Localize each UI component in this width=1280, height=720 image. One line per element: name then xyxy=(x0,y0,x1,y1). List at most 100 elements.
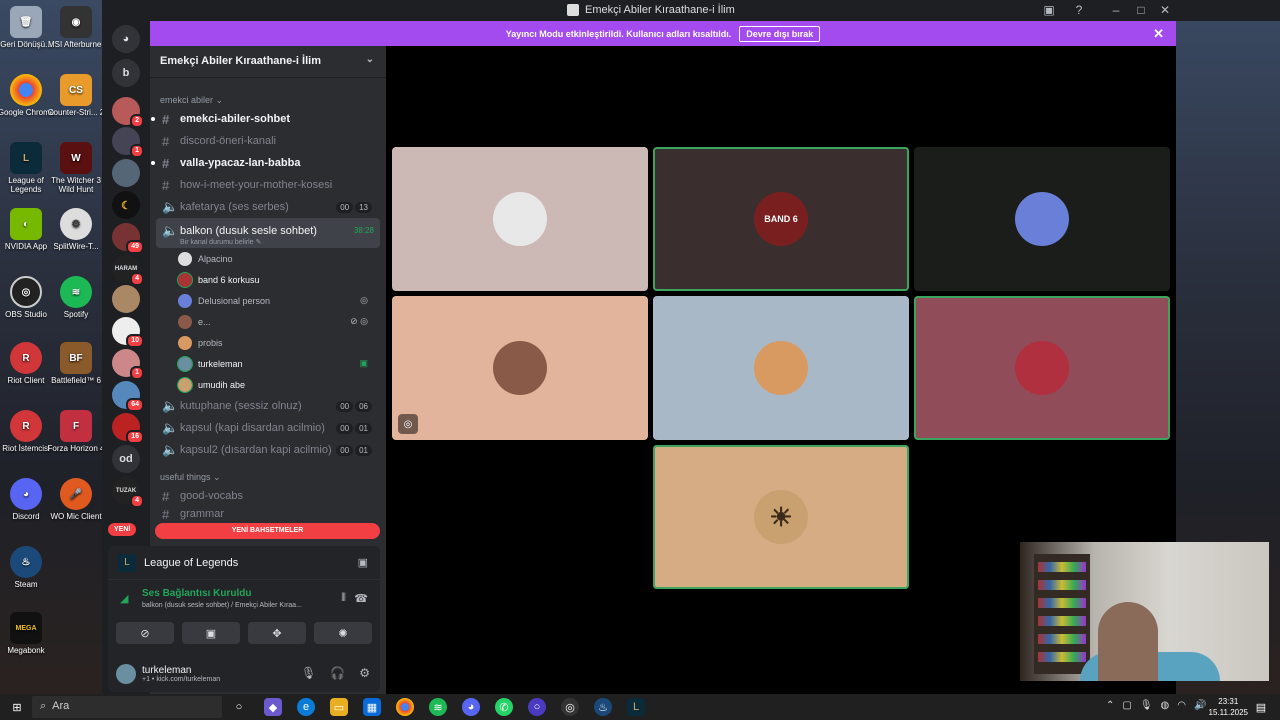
maximize-button[interactable]: □ xyxy=(1131,3,1151,17)
windows-start-icon[interactable]: ⊞ xyxy=(8,698,26,716)
voice-tile[interactable] xyxy=(914,296,1170,440)
desktop-icon-spotify[interactable]: ≋ Spotify xyxy=(44,276,108,319)
voice-user[interactable]: turkeleman ▣ xyxy=(177,353,374,374)
desktop-icon-witcher[interactable]: W The Witcher 3 Wild Hunt xyxy=(44,142,108,194)
voice-tile[interactable] xyxy=(653,296,909,440)
channel-item[interactable]: # valla-ypacaz-lan-babba xyxy=(151,152,380,174)
voice-tile[interactable]: ◎ xyxy=(392,296,648,440)
headphones-icon[interactable]: 🎧 xyxy=(330,666,345,680)
clock-time: 23:31 xyxy=(1218,697,1239,706)
stream-game-icon[interactable]: ▣ xyxy=(358,556,368,569)
desktop-icon-splitwire[interactable]: ⚙ SplitWire-T... xyxy=(44,208,108,251)
obs-icon[interactable]: ◎ xyxy=(561,698,579,716)
channel-item[interactable]: # discord-öneri-kanali xyxy=(156,130,380,152)
wifi-icon[interactable]: ◠ xyxy=(1177,700,1186,711)
clock[interactable]: 23:31 15.11.2025 xyxy=(1209,696,1248,718)
gear-icon[interactable]: ⚙ xyxy=(359,666,370,680)
voice-user[interactable]: probis xyxy=(178,332,374,353)
whatsapp-icon[interactable]: ✆ xyxy=(495,698,513,716)
disable-streamer-mode-button[interactable]: Devre dışı bırak xyxy=(739,25,821,42)
chrome-icon[interactable] xyxy=(396,698,414,716)
microphone-icon[interactable]: 🎙 xyxy=(301,666,316,680)
activities-button[interactable]: ✥ xyxy=(248,622,306,644)
voice-user[interactable]: umudih abe xyxy=(177,374,374,395)
voice-user[interactable]: band 6 korkusu xyxy=(177,269,374,290)
server-haram[interactable]: HARAM 4 xyxy=(112,255,144,286)
task-view-icon[interactable]: ○ xyxy=(230,698,248,716)
guild-header[interactable]: Emekçi Abiler Kıraathane-i İlim ⌄ xyxy=(150,46,386,78)
noise-suppression-icon[interactable]: ⦀ xyxy=(341,592,346,605)
voice-channel-item-active[interactable]: 🔈 balkon (dusuk sesle sohbet) 38:28 Bir ka… xyxy=(156,218,380,248)
voice-status-title[interactable]: Ses Bağlantısı Kuruldu xyxy=(142,588,370,599)
voice-user[interactable]: Alpacino xyxy=(178,248,374,269)
chevron-up-icon[interactable]: ⌃ xyxy=(1106,700,1114,711)
voice-channel-item[interactable]: 🔈 kapsul (kapi disardan acilmio) 00 01 xyxy=(156,417,380,439)
steam-icon[interactable]: ♨ xyxy=(594,698,612,716)
volume-icon[interactable]: 🔊 xyxy=(1194,700,1206,711)
discord-icon[interactable]: ◕ xyxy=(462,698,480,716)
voice-status-sub[interactable]: balkon (dusuk sesle sohbet) / Emekçi Abi… xyxy=(142,602,370,609)
copilot-icon[interactable]: ◆ xyxy=(264,698,282,716)
desktop-icon-battlefield[interactable]: BF Battlefield™ 6 xyxy=(44,342,108,385)
notification-icon[interactable]: ▤ xyxy=(1252,698,1270,716)
server-icon[interactable]: 1 xyxy=(112,349,144,380)
app-icon[interactable]: ○ xyxy=(528,698,546,716)
server-od[interactable]: od xyxy=(112,445,140,473)
voice-channel-item[interactable]: 🔈 kafetarya (ses serbes) 00 13 xyxy=(156,196,380,218)
server-icon[interactable]: 2 xyxy=(112,97,144,128)
category-header[interactable]: emekci abiler ⌄ xyxy=(150,92,386,108)
channel-item[interactable]: # good-vocabs xyxy=(156,485,380,507)
help-icon[interactable]: ? xyxy=(1069,3,1089,17)
voice-channel-item[interactable]: 🔈 kapsul2 (dısardan kapi acilmio) 00 01 xyxy=(156,439,380,461)
search-box[interactable]: ⌕ Ara xyxy=(32,696,222,718)
file-explorer-icon[interactable]: ▭ xyxy=(330,698,348,716)
close-button[interactable]: ✕ xyxy=(1155,3,1175,17)
soundboard-button[interactable]: ✺ xyxy=(314,622,372,644)
signal-icon[interactable]: ◢ xyxy=(120,592,128,605)
minimize-button[interactable]: – xyxy=(1106,3,1126,17)
server-b[interactable]: b xyxy=(112,59,140,87)
screen-share-button[interactable]: ▣ xyxy=(182,622,240,644)
server-icon[interactable] xyxy=(112,285,140,313)
voice-user[interactable]: Delusional person ◎ xyxy=(178,290,374,311)
voice-tile[interactable]: ☀ xyxy=(653,445,909,589)
microphone-icon[interactable]: 🎙 xyxy=(1140,700,1153,711)
discord-home-button[interactable]: ◕ xyxy=(112,25,140,53)
category-header[interactable]: useful things ⌄ xyxy=(150,469,386,485)
disconnect-icon[interactable]: ☎ xyxy=(354,592,368,605)
server-icon[interactable]: 16 xyxy=(112,413,144,444)
server-icon[interactable] xyxy=(112,159,140,187)
desktop-icon-steam[interactable]: ♨ Steam xyxy=(0,546,58,589)
voice-user[interactable]: e... ⊘ ◎ xyxy=(178,311,374,332)
camera-icon[interactable]: ▢ xyxy=(1122,700,1131,711)
camera-button[interactable]: ⊘ xyxy=(116,622,174,644)
server-icon[interactable]: 1 xyxy=(112,127,144,158)
league-icon[interactable]: L xyxy=(627,698,645,716)
channel-item[interactable]: # emekci-abiler-sohbet xyxy=(151,108,380,130)
desktop-icon-cs2[interactable]: CS Counter-Stri... 2 xyxy=(44,74,108,117)
server-tuzak[interactable]: TUZAK 4 xyxy=(112,477,144,508)
close-icon[interactable]: ✕ xyxy=(1153,26,1164,42)
channel-status[interactable]: Bir kanal durumu belirle ✎ xyxy=(180,238,261,246)
store-icon[interactable]: ▦ xyxy=(363,698,381,716)
voice-tile[interactable]: BAND 6 xyxy=(653,147,909,291)
channel-item[interactable]: # how-i-meet-your-mother-kosesi xyxy=(156,174,380,196)
channel-item[interactable]: # grammar xyxy=(156,507,380,521)
spotify-icon[interactable]: ≋ xyxy=(429,698,447,716)
server-icon[interactable]: 49 xyxy=(112,223,144,254)
desktop-icon-forza[interactable]: F Forza Horizon 4 xyxy=(44,410,108,453)
inbox-icon[interactable]: ▣ xyxy=(1039,3,1059,17)
app-tray-icon[interactable]: ◍ xyxy=(1161,700,1170,711)
voice-tile[interactable] xyxy=(914,147,1170,291)
current-user[interactable]: turkeleman +1 • kick.com/turkeleman 🎙 🎧 ⚙ xyxy=(108,656,380,692)
desktop-icon-msi[interactable]: ◉ MSI Afterburner xyxy=(44,6,108,49)
new-mentions-bar[interactable]: YENİ YENİ BAHSETMELER xyxy=(108,523,380,539)
voice-channel-item[interactable]: 🔈 kutuphane (sessiz olnuz) 00 06 xyxy=(156,395,380,417)
voice-tile[interactable] xyxy=(392,147,648,291)
desktop-icon-megabonk[interactable]: MEGA Megabonk xyxy=(0,612,58,655)
desktop-icon-womic[interactable]: 🎤 WO Mic Client xyxy=(44,478,108,521)
server-icon[interactable]: 10 xyxy=(112,317,144,348)
server-icon[interactable]: 64 xyxy=(112,381,144,412)
edge-icon[interactable]: e xyxy=(297,698,315,716)
server-moon[interactable]: ☾ xyxy=(112,191,140,219)
